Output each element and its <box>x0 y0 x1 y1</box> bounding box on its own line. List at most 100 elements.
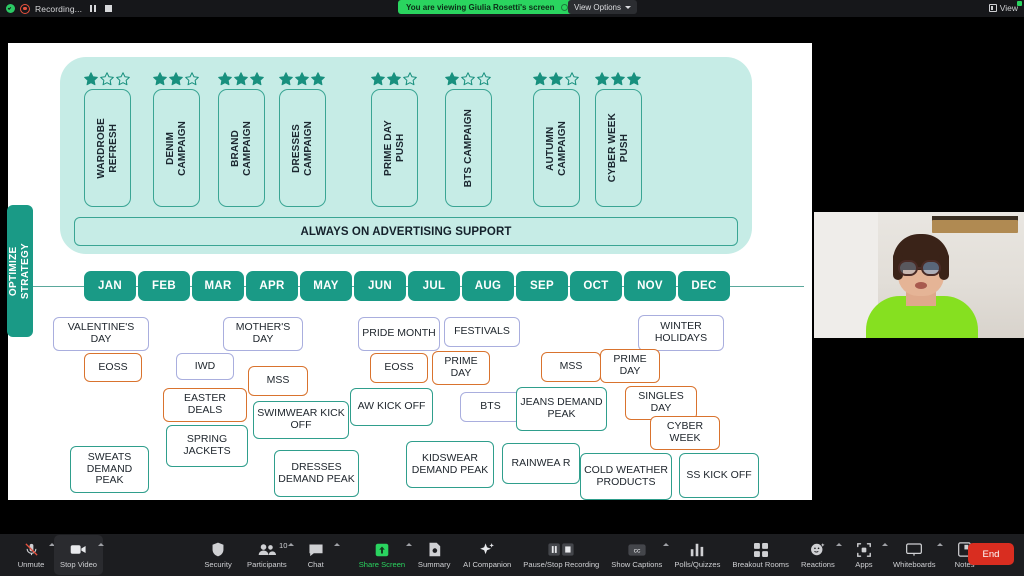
pause-recording-icon[interactable] <box>90 5 96 12</box>
campaign-stars <box>532 71 580 87</box>
event-box: EOSS <box>370 353 428 383</box>
toolbar-item-label-row: Polls/Quizzes <box>674 560 720 569</box>
event-label: PRIDE MONTH <box>362 327 436 340</box>
toolbar-item-label-row: Show Captions <box>611 560 662 569</box>
campaign-stars <box>370 71 418 87</box>
event-box: AW KICK OFF <box>350 388 433 426</box>
campaign-label: AUTUMN CAMPAIGN <box>544 120 568 176</box>
campaign-label: DRESSES CAMPAIGN <box>290 120 314 176</box>
toolbar-item-label-row: Unmute <box>18 560 45 569</box>
end-button[interactable]: End <box>968 543 1014 565</box>
event-box: MOTHER'S DAY <box>223 317 303 351</box>
event-label: PRIME DAY <box>613 353 647 377</box>
optimize-strategy-label: OPTIMIZE STRATEGY <box>8 242 31 300</box>
share-screen-icon <box>375 542 389 558</box>
month-chip-feb: FEB <box>138 271 190 301</box>
event-box: PRIME DAY <box>600 349 660 383</box>
toolbar-item-reactions[interactable]: Reactions <box>795 535 842 575</box>
event-box: COLD WEATHER PRODUCTS <box>580 453 672 500</box>
toolbar-item-chat[interactable]: Chat <box>293 535 340 575</box>
toolbar-item-security[interactable]: Security <box>195 535 241 575</box>
month-chip-sep: SEP <box>516 271 568 301</box>
apps-icon <box>857 542 871 558</box>
toolbar-item-stop-video[interactable]: Stop Video <box>54 535 105 575</box>
event-box: IWD <box>176 353 234 380</box>
campaign-stars <box>444 71 492 87</box>
toolbar-item-polls-quizzes[interactable]: Polls/Quizzes <box>668 535 726 575</box>
event-label: SWEATS DEMAND PEAK <box>86 450 133 487</box>
screen-share-banner-text: You are viewing Giulia Rosetti's screen <box>406 2 555 12</box>
month-chip-apr: APR <box>246 271 298 301</box>
toolbar-item-label-row: Reactions <box>801 560 835 569</box>
breakout-grid-icon <box>753 542 768 558</box>
always-on-label: ALWAYS ON ADVERTISING SUPPORT <box>300 225 512 238</box>
toolbar-item-label: Breakout Rooms <box>732 559 789 569</box>
event-box: MSS <box>248 366 308 396</box>
month-chip-aug: AUG <box>462 271 514 301</box>
month-chip-dec: DEC <box>678 271 730 301</box>
event-label: IWD <box>194 359 216 372</box>
toolbar-item-unmute[interactable]: Unmute <box>8 535 55 575</box>
participant-video-tile[interactable] <box>814 212 1024 338</box>
campaign-box: BRAND CAMPAIGN <box>218 89 265 207</box>
toolbar-item-participants[interactable]: Participants 10 <box>241 535 294 575</box>
mic-muted-icon <box>24 542 39 558</box>
toolbar-item-share-screen[interactable]: Share Screen <box>353 535 413 575</box>
toolbar-item-label-row: Security <box>204 560 231 569</box>
toolbar-item-breakout-rooms[interactable]: Breakout Rooms <box>726 535 795 575</box>
event-label: KIDSWEAR DEMAND PEAK <box>411 451 489 476</box>
toolbar-item-label-row: Whiteboards <box>893 560 936 569</box>
whiteboard-icon <box>906 542 923 558</box>
toolbar-item-label: Whiteboards <box>892 559 936 569</box>
shared-slide: ALWAYS ON ADVERTISING SUPPORT WARDROBE R… <box>7 43 812 500</box>
toolbar-item-label: Chat <box>307 559 324 569</box>
campaign-box: CYBER WEEK PUSH <box>595 89 642 207</box>
svg-text:cc: cc <box>633 547 640 554</box>
toolbar-item-whiteboards[interactable]: Whiteboards <box>887 535 943 575</box>
event-box: SINGLES DAY <box>625 386 697 420</box>
view-options-label: View Options <box>574 2 621 12</box>
campaign-box: DENIM CAMPAIGN <box>153 89 200 207</box>
toolbar-item-label: Stop Video <box>60 559 98 569</box>
campaign-label: BRAND CAMPAIGN <box>229 120 253 176</box>
event-box: FESTIVALS <box>444 317 520 347</box>
event-label: PRIME DAY <box>444 355 478 379</box>
toolbar-item-label: Pause/Stop Recording <box>523 559 600 569</box>
toolbar-item-label-row: Pause/Stop Recording <box>523 560 599 569</box>
event-box: SS KICK OFF <box>679 453 759 498</box>
campaign-box: WARDROBE REFRESH <box>84 89 131 207</box>
event-box: EASTER DEALS <box>163 388 247 422</box>
toolbar-item-apps[interactable]: Apps <box>841 535 888 575</box>
chevron-up-icon[interactable] <box>333 543 340 546</box>
event-box: JEANS DEMAND PEAK <box>516 387 607 431</box>
campaign-card: ALWAYS ON ADVERTISING SUPPORT WARDROBE R… <box>60 57 752 254</box>
view-options-button[interactable]: View Options <box>568 0 637 14</box>
video-person-glasses-left <box>898 260 918 276</box>
meeting-toolbar: Unmute Stop Video Security Participants 10 Ch… <box>0 534 1024 576</box>
video-camera-icon <box>70 542 87 558</box>
event-label: SWIMWEAR KICK OFF <box>257 407 345 431</box>
event-box: WINTER HOLIDAYS <box>638 315 724 351</box>
toolbar-item-ai-companion[interactable]: AI Companion <box>457 535 517 575</box>
toolbar-item-show-captions[interactable]: cc Show Captions <box>605 535 670 575</box>
toolbar-item-label: Participants <box>247 559 287 569</box>
toolbar-item-pause-stop-recording[interactable]: Pause/Stop Recording <box>517 535 605 575</box>
event-box: VALENTINE'S DAY <box>53 317 149 351</box>
event-label: MSS <box>559 360 583 373</box>
top-status-bar: Recording... You are viewing Giulia Rose… <box>0 0 1024 17</box>
event-label: EASTER DEALS <box>183 392 226 416</box>
stop-recording-icon[interactable] <box>104 5 112 12</box>
event-box: SWIMWEAR KICK OFF <box>253 401 349 439</box>
toolbar-item-label: Show Captions <box>611 559 663 569</box>
event-box: KIDSWEAR DEMAND PEAK <box>406 441 494 488</box>
toolbar-item-label: AI Companion <box>463 559 512 569</box>
chevron-up-icon[interactable] <box>98 543 105 546</box>
view-layout-button[interactable]: View <box>988 3 1018 13</box>
event-box: SWEATS DEMAND PEAK <box>70 446 149 493</box>
view-label: View <box>999 3 1018 13</box>
participants-count: 10 <box>279 541 288 550</box>
toolbar-item-summary[interactable]: Summary <box>411 535 457 575</box>
month-chip-nov: NOV <box>624 271 676 301</box>
event-box: SPRING JACKETS <box>166 425 248 467</box>
event-label: EOSS <box>98 360 128 373</box>
